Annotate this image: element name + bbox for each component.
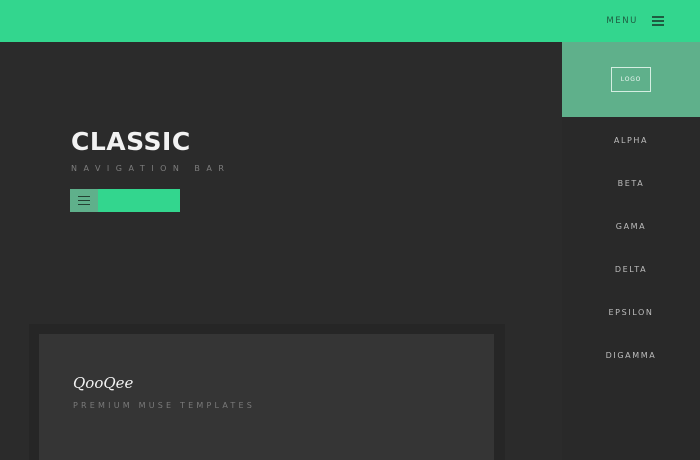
logo-block: LOGO <box>562 42 700 117</box>
nav-item-digamma[interactable]: DIGAMMA <box>562 334 700 377</box>
brand-card-frame: QooQee PREMIUM MUSE TEMPLATES <box>29 324 505 460</box>
page-subtitle: NAVIGATION BAR <box>71 164 231 173</box>
hamburger-icon <box>78 195 90 206</box>
menu-toggle-button[interactable]: MENU <box>606 12 664 30</box>
nav-item-epsilon[interactable]: EPSILON <box>562 291 700 334</box>
main-content: CLASSIC NAVIGATION BAR QooQee PREMIUM MU… <box>0 42 562 460</box>
demo-menu-button[interactable] <box>70 189 180 212</box>
nav-item-beta[interactable]: BETA <box>562 162 700 205</box>
logo[interactable]: LOGO <box>611 67 651 92</box>
nav-item-alpha[interactable]: ALPHA <box>562 119 700 162</box>
top-bar: MENU <box>0 0 700 42</box>
hamburger-icon <box>652 16 664 26</box>
nav-item-gama[interactable]: GAMA <box>562 205 700 248</box>
nav-item-delta[interactable]: DELTA <box>562 248 700 291</box>
brand-card: QooQee PREMIUM MUSE TEMPLATES <box>39 334 494 460</box>
sidebar-nav: LOGO ALPHA BETA GAMA DELTA EPSILON DIGAM… <box>562 42 700 460</box>
brand-tagline: PREMIUM MUSE TEMPLATES <box>73 401 256 410</box>
demo-menu-icon-cell <box>70 189 98 212</box>
nav-list: ALPHA BETA GAMA DELTA EPSILON DIGAMMA <box>562 119 700 377</box>
page-title: CLASSIC <box>71 127 191 156</box>
brand-logo[interactable]: QooQee <box>73 374 133 392</box>
menu-label: MENU <box>606 16 638 26</box>
